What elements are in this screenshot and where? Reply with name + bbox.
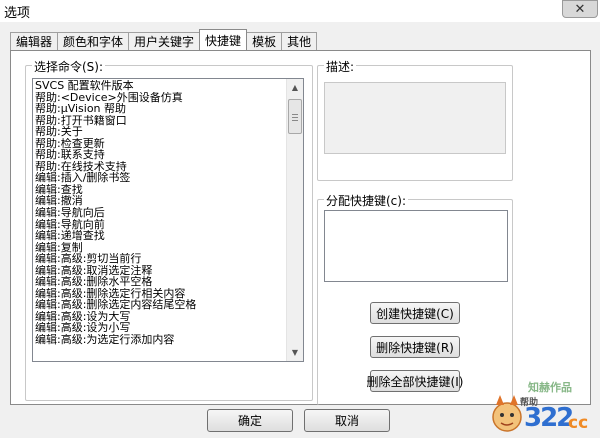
tab-editor[interactable]: 编辑器 [10,32,59,50]
delete-all-shortcuts-label: 删除全部快捷键(I) [366,374,464,389]
dialog-body: 编辑器 颜色和字体 用户关键字 快捷键 模板 其他 选择命令(S): SVCS … [0,22,600,438]
command-list-item[interactable]: 编辑:高级:设为大写 [35,311,286,323]
command-list-items: SVCS 配置软件版本 帮助:<Device>外围设备仿真 帮助:µVision 帮… [35,80,286,346]
command-list[interactable]: SVCS 配置软件版本 帮助:<Device>外围设备仿真 帮助:µVision 帮… [32,78,304,362]
description-label: 描述: [324,58,357,75]
command-list-item[interactable]: 帮助:联系支持 [35,149,286,161]
tab-strip: 编辑器 颜色和字体 用户关键字 快捷键 模板 其他 [10,29,318,50]
command-list-item[interactable]: 编辑:高级:取消选定注释 [35,265,286,277]
command-list-item[interactable]: 帮助:检查更新 [35,138,286,150]
ok-button[interactable]: 确定 [207,409,293,432]
select-command-label: 选择命令(S): [32,58,106,75]
description-group: 描述: [317,58,513,181]
command-list-item[interactable]: 帮助:<Device>外围设备仿真 [35,92,286,104]
description-box [324,82,506,154]
tab-label: 颜色和字体 [63,35,124,49]
command-list-item[interactable]: SVCS 配置软件版本 [35,80,286,92]
tab-templates[interactable]: 模板 [246,32,283,50]
scroll-down-arrow-icon[interactable]: ▼ [287,344,303,361]
delete-shortcut-button[interactable]: 删除快捷键(R) [370,336,460,358]
create-shortcut-label: 创建快捷键(C) [376,306,454,321]
command-list-item[interactable]: 编辑:高级:为选定行添加内容 [35,334,286,346]
delete-shortcut-label: 删除快捷键(R) [376,340,454,355]
tab-label: 快捷键 [205,33,242,48]
tab-label: 其他 [287,35,312,49]
window-title: 选项 [4,5,31,21]
command-list-item[interactable]: 编辑:插入/删除书签 [35,172,286,184]
command-list-item[interactable]: 编辑:高级:删除水平空格 [35,276,286,288]
shortcut-input[interactable] [324,210,508,282]
tab-colors-fonts[interactable]: 颜色和字体 [57,32,130,50]
ok-label: 确定 [237,414,262,428]
command-list-item[interactable]: 帮助:打开书籍窗口 [35,115,286,127]
command-list-item[interactable]: 帮助:关于 [35,126,286,138]
command-list-item[interactable]: 帮助:在线技术支持 [35,161,286,173]
command-list-item[interactable]: 编辑:撤消 [35,195,286,207]
command-list-item[interactable]: 编辑:高级:删除选定行相关内容 [35,288,286,300]
command-list-item[interactable]: 编辑:导航向后 [35,207,286,219]
scroll-thumb[interactable] [288,99,302,134]
shortcuts-panel: 选择命令(S): SVCS 配置软件版本 帮助:<Device>外围设备仿真 帮助:… [10,50,591,405]
scroll-up-arrow-icon[interactable]: ▲ [287,79,303,96]
site-watermark-logo: 知赫作品 帮助 322 cc [490,377,600,437]
cancel-button[interactable]: 取消 [304,409,390,432]
watermark-text: 知赫作品 [528,381,572,394]
command-list-item[interactable]: 编辑:高级:剪切当前行 [35,253,286,265]
tab-other[interactable]: 其他 [281,32,318,50]
select-command-group: 选择命令(S): SVCS 配置软件版本 帮助:<Device>外围设备仿真 帮助:… [25,58,313,401]
close-button[interactable]: ✕ [562,0,598,18]
command-list-item[interactable]: 编辑:导航向前 [35,219,286,231]
vertical-scrollbar[interactable]: ▲ ▼ [286,79,303,361]
delete-all-shortcuts-button[interactable]: 删除全部快捷键(I) [367,370,463,392]
tab-label: 编辑器 [16,35,53,49]
command-list-item[interactable]: 编辑:查找 [35,184,286,196]
mascot-icon [492,395,522,432]
command-list-item[interactable]: 编辑:复制 [35,242,286,254]
tab-label: 用户关键字 [134,35,195,49]
assign-shortcut-label: 分配快捷键(c): [324,192,409,209]
tab-shortcuts[interactable]: 快捷键 [199,29,248,50]
tab-user-keywords[interactable]: 用户关键字 [128,32,201,50]
command-list-item[interactable]: 帮助:µVision 帮助 [35,103,286,115]
create-shortcut-button[interactable]: 创建快捷键(C) [370,302,460,324]
title-bar: 选项 ✕ [0,0,600,22]
tab-label: 模板 [252,35,277,49]
cancel-label: 取消 [334,414,359,428]
close-icon: ✕ [574,1,586,17]
command-list-item[interactable]: 编辑:高级:删除选定内容结尾空格 [35,299,286,311]
command-list-item[interactable]: 编辑:高级:设为小写 [35,322,286,334]
command-list-item[interactable]: 编辑:递增查找 [35,230,286,242]
assign-shortcut-group: 分配快捷键(c): 创建快捷键(C) 删除快捷键(R) 删除全部快捷键(I) [317,192,513,405]
watermark-number: 322 [524,403,574,433]
watermark-suffix: cc [568,413,589,433]
